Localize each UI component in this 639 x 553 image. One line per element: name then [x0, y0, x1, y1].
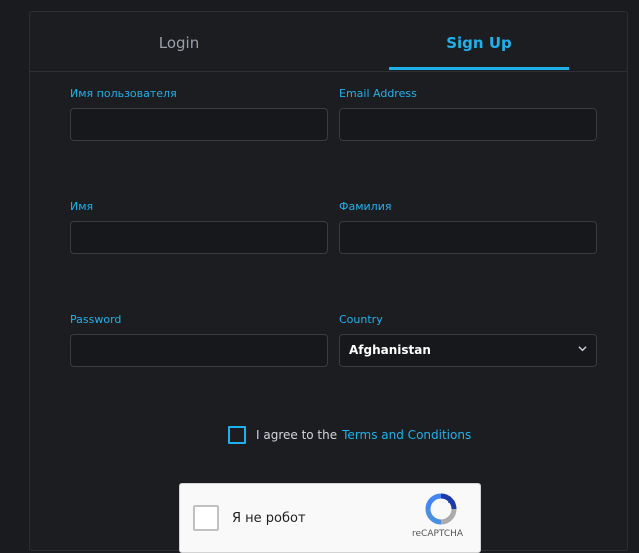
email-input[interactable]	[339, 108, 597, 141]
terms-text: I agree to the	[256, 428, 338, 442]
country-selected-value: Afghanistan	[349, 343, 431, 357]
terms-agreement: I agree to the Terms and Conditions	[228, 426, 471, 444]
lastname-label: Фамилия	[339, 200, 392, 213]
firstname-input[interactable]	[70, 221, 328, 254]
firstname-field-group: Имя	[70, 200, 328, 254]
chevron-down-icon	[578, 346, 587, 352]
password-field-group: Password	[70, 313, 328, 367]
recaptcha-brand: reCAPTCHA	[412, 529, 464, 539]
username-field-group: Имя пользователя	[70, 87, 328, 141]
lastname-field-group: Фамилия	[339, 200, 597, 254]
recaptcha-checkbox[interactable]	[193, 505, 219, 531]
terms-checkbox[interactable]	[228, 426, 246, 444]
recaptcha-label: Я не робот	[232, 511, 306, 526]
signup-panel: Login Sign Up Имя пользователя Email Add…	[29, 11, 628, 553]
email-field-group: Email Address	[339, 87, 597, 141]
username-label: Имя пользователя	[70, 87, 177, 100]
country-label: Country	[339, 313, 383, 326]
password-input[interactable]	[70, 334, 328, 367]
country-select[interactable]: Afghanistan	[339, 334, 597, 367]
lastname-input[interactable]	[339, 221, 597, 254]
password-label: Password	[70, 313, 122, 326]
firstname-label: Имя	[70, 200, 94, 213]
country-field-group: Country Afghanistan	[339, 313, 597, 367]
recaptcha-widget: Я не робот reCAPTCHA	[179, 483, 481, 553]
tab-signup[interactable]: Sign Up	[389, 12, 569, 70]
auth-tabs: Login Sign Up	[30, 12, 627, 72]
terms-link[interactable]: Terms and Conditions	[342, 428, 471, 442]
username-input[interactable]	[70, 108, 328, 141]
email-label: Email Address	[339, 87, 417, 100]
tab-login[interactable]: Login	[30, 12, 328, 70]
recaptcha-logo-icon	[425, 493, 457, 525]
